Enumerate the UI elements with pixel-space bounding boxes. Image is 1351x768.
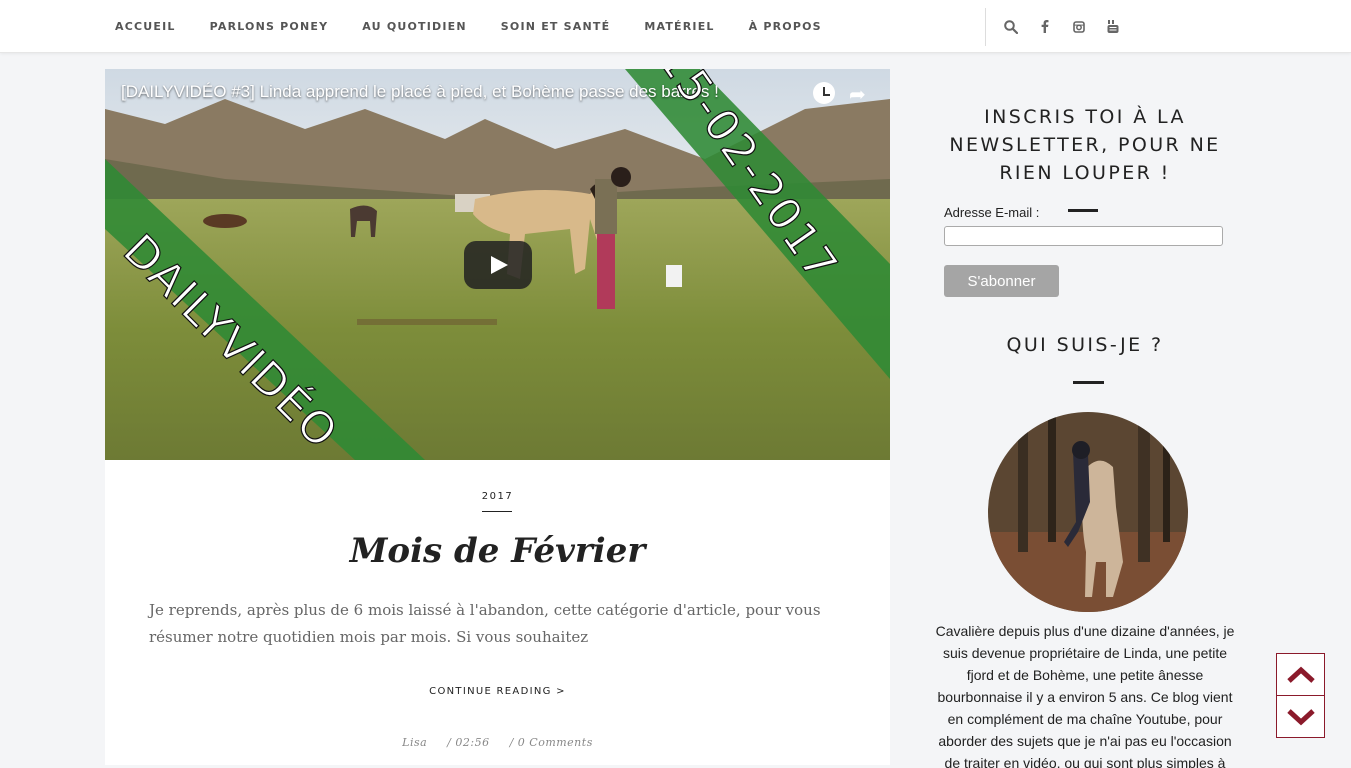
nav-icons	[1000, 0, 1136, 53]
nav-item-accueil[interactable]: ACCUEIL	[115, 20, 176, 33]
email-field[interactable]	[944, 226, 1223, 246]
continue-reading-link[interactable]: CONTINUE READING >	[105, 686, 890, 697]
youtube-icon[interactable]	[1102, 16, 1124, 38]
nav-divider	[985, 8, 986, 46]
post-time: / 02:56	[447, 736, 490, 749]
post-meta: Lisa / 02:56 / 0 Comments	[105, 736, 890, 749]
scroll-down-button[interactable]	[1276, 695, 1325, 738]
newsletter-title: INSCRIS TOI À LA NEWSLETTER, POUR NE RIE…	[949, 106, 1221, 184]
chevron-up-icon	[1286, 666, 1315, 683]
facebook-icon[interactable]	[1034, 16, 1056, 38]
post-excerpt: Je reprends, après plus de 6 mois laissé…	[149, 601, 821, 646]
post-category[interactable]: 2017	[105, 491, 890, 502]
about-title: QUI SUIS-JE ?	[1006, 334, 1164, 356]
nav-item-parlons-poney[interactable]: PARLONS PONEY	[210, 20, 329, 33]
video-title[interactable]: [DAILYVIDÉO #3] Linda apprend le placé à…	[121, 82, 719, 102]
play-button[interactable]	[464, 241, 532, 289]
chevron-down-icon	[1286, 708, 1315, 725]
email-label: Adresse E-mail :	[944, 205, 1040, 220]
bio-text: Cavalière depuis plus d'une dizaine d'an…	[935, 623, 1235, 768]
blog-post-card: [DAILYVIDÉO #3] Linda apprend le placé à…	[105, 69, 890, 765]
about-divider	[1073, 381, 1104, 384]
email-label-dash	[1068, 209, 1098, 212]
instagram-icon[interactable]	[1068, 16, 1090, 38]
nav-item-soin-et-sante[interactable]: SOIN ET SANTÉ	[501, 20, 611, 33]
subscribe-button[interactable]: S'abonner	[944, 265, 1059, 297]
post-title[interactable]: Mois de Février	[105, 531, 890, 571]
avatar	[988, 412, 1188, 612]
category-divider	[482, 511, 512, 512]
main-menu: ACCUEIL PARLONS PONEY AU QUOTIDIEN SOIN …	[98, 0, 839, 53]
search-icon[interactable]	[1000, 16, 1022, 38]
video-player[interactable]: [DAILYVIDÉO #3] Linda apprend le placé à…	[105, 69, 890, 460]
top-navigation: ACCUEIL PARLONS PONEY AU QUOTIDIEN SOIN …	[0, 0, 1351, 53]
nav-item-a-propos[interactable]: À PROPOS	[749, 20, 822, 33]
clock-icon[interactable]	[813, 82, 835, 104]
share-icon[interactable]: ➦	[849, 82, 866, 107]
scroll-up-button[interactable]	[1276, 653, 1325, 696]
nav-item-materiel[interactable]: MATÉRIEL	[644, 20, 714, 33]
nav-item-au-quotidien[interactable]: AU QUOTIDIEN	[362, 20, 467, 33]
post-author[interactable]: Lisa	[402, 736, 427, 749]
post-comments[interactable]: / 0 Comments	[510, 736, 593, 749]
